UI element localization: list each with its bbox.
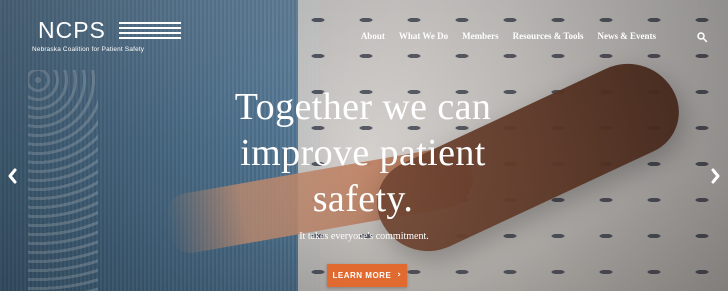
logo-lines [119,22,181,42]
hero-carousel: NCPS Nebraska Coalition for Patient Safe… [0,0,728,291]
nav-item-resources-tools[interactable]: Resources & Tools [513,31,584,41]
chevron-right-icon [709,168,721,189]
nav-item-news-events[interactable]: News & Events [598,31,657,41]
learn-more-label: LEARN MORE [332,271,392,280]
logo-line [119,32,181,34]
site-header: NCPS Nebraska Coalition for Patient Safe… [0,0,728,72]
nav-item-about[interactable]: About [361,31,385,41]
carousel-prev-button[interactable] [6,168,20,188]
chevron-right-icon: › [397,270,402,280]
hero-headline: Together we can improve patient safety. [234,86,492,220]
search-icon[interactable] [696,30,708,43]
logo-line [119,37,181,39]
main-nav: About What We Do Members Resources & Too… [361,31,656,41]
logo-line [119,22,181,24]
nav-item-what-we-do[interactable]: What We Do [399,31,448,41]
nav-item-members[interactable]: Members [462,31,498,41]
learn-more-button[interactable]: LEARN MORE › [327,264,407,287]
logo-tagline: Nebraska Coalition for Patient Safety [32,46,145,53]
carousel-next-button[interactable] [708,168,722,188]
logo-text: NCPS [38,17,106,43]
logo-line [119,27,181,29]
chevron-left-icon [7,168,19,189]
hero-subtext: It takes everyone's commitment. [299,231,429,242]
site-logo[interactable]: NCPS Nebraska Coalition for Patient Safe… [30,16,181,60]
